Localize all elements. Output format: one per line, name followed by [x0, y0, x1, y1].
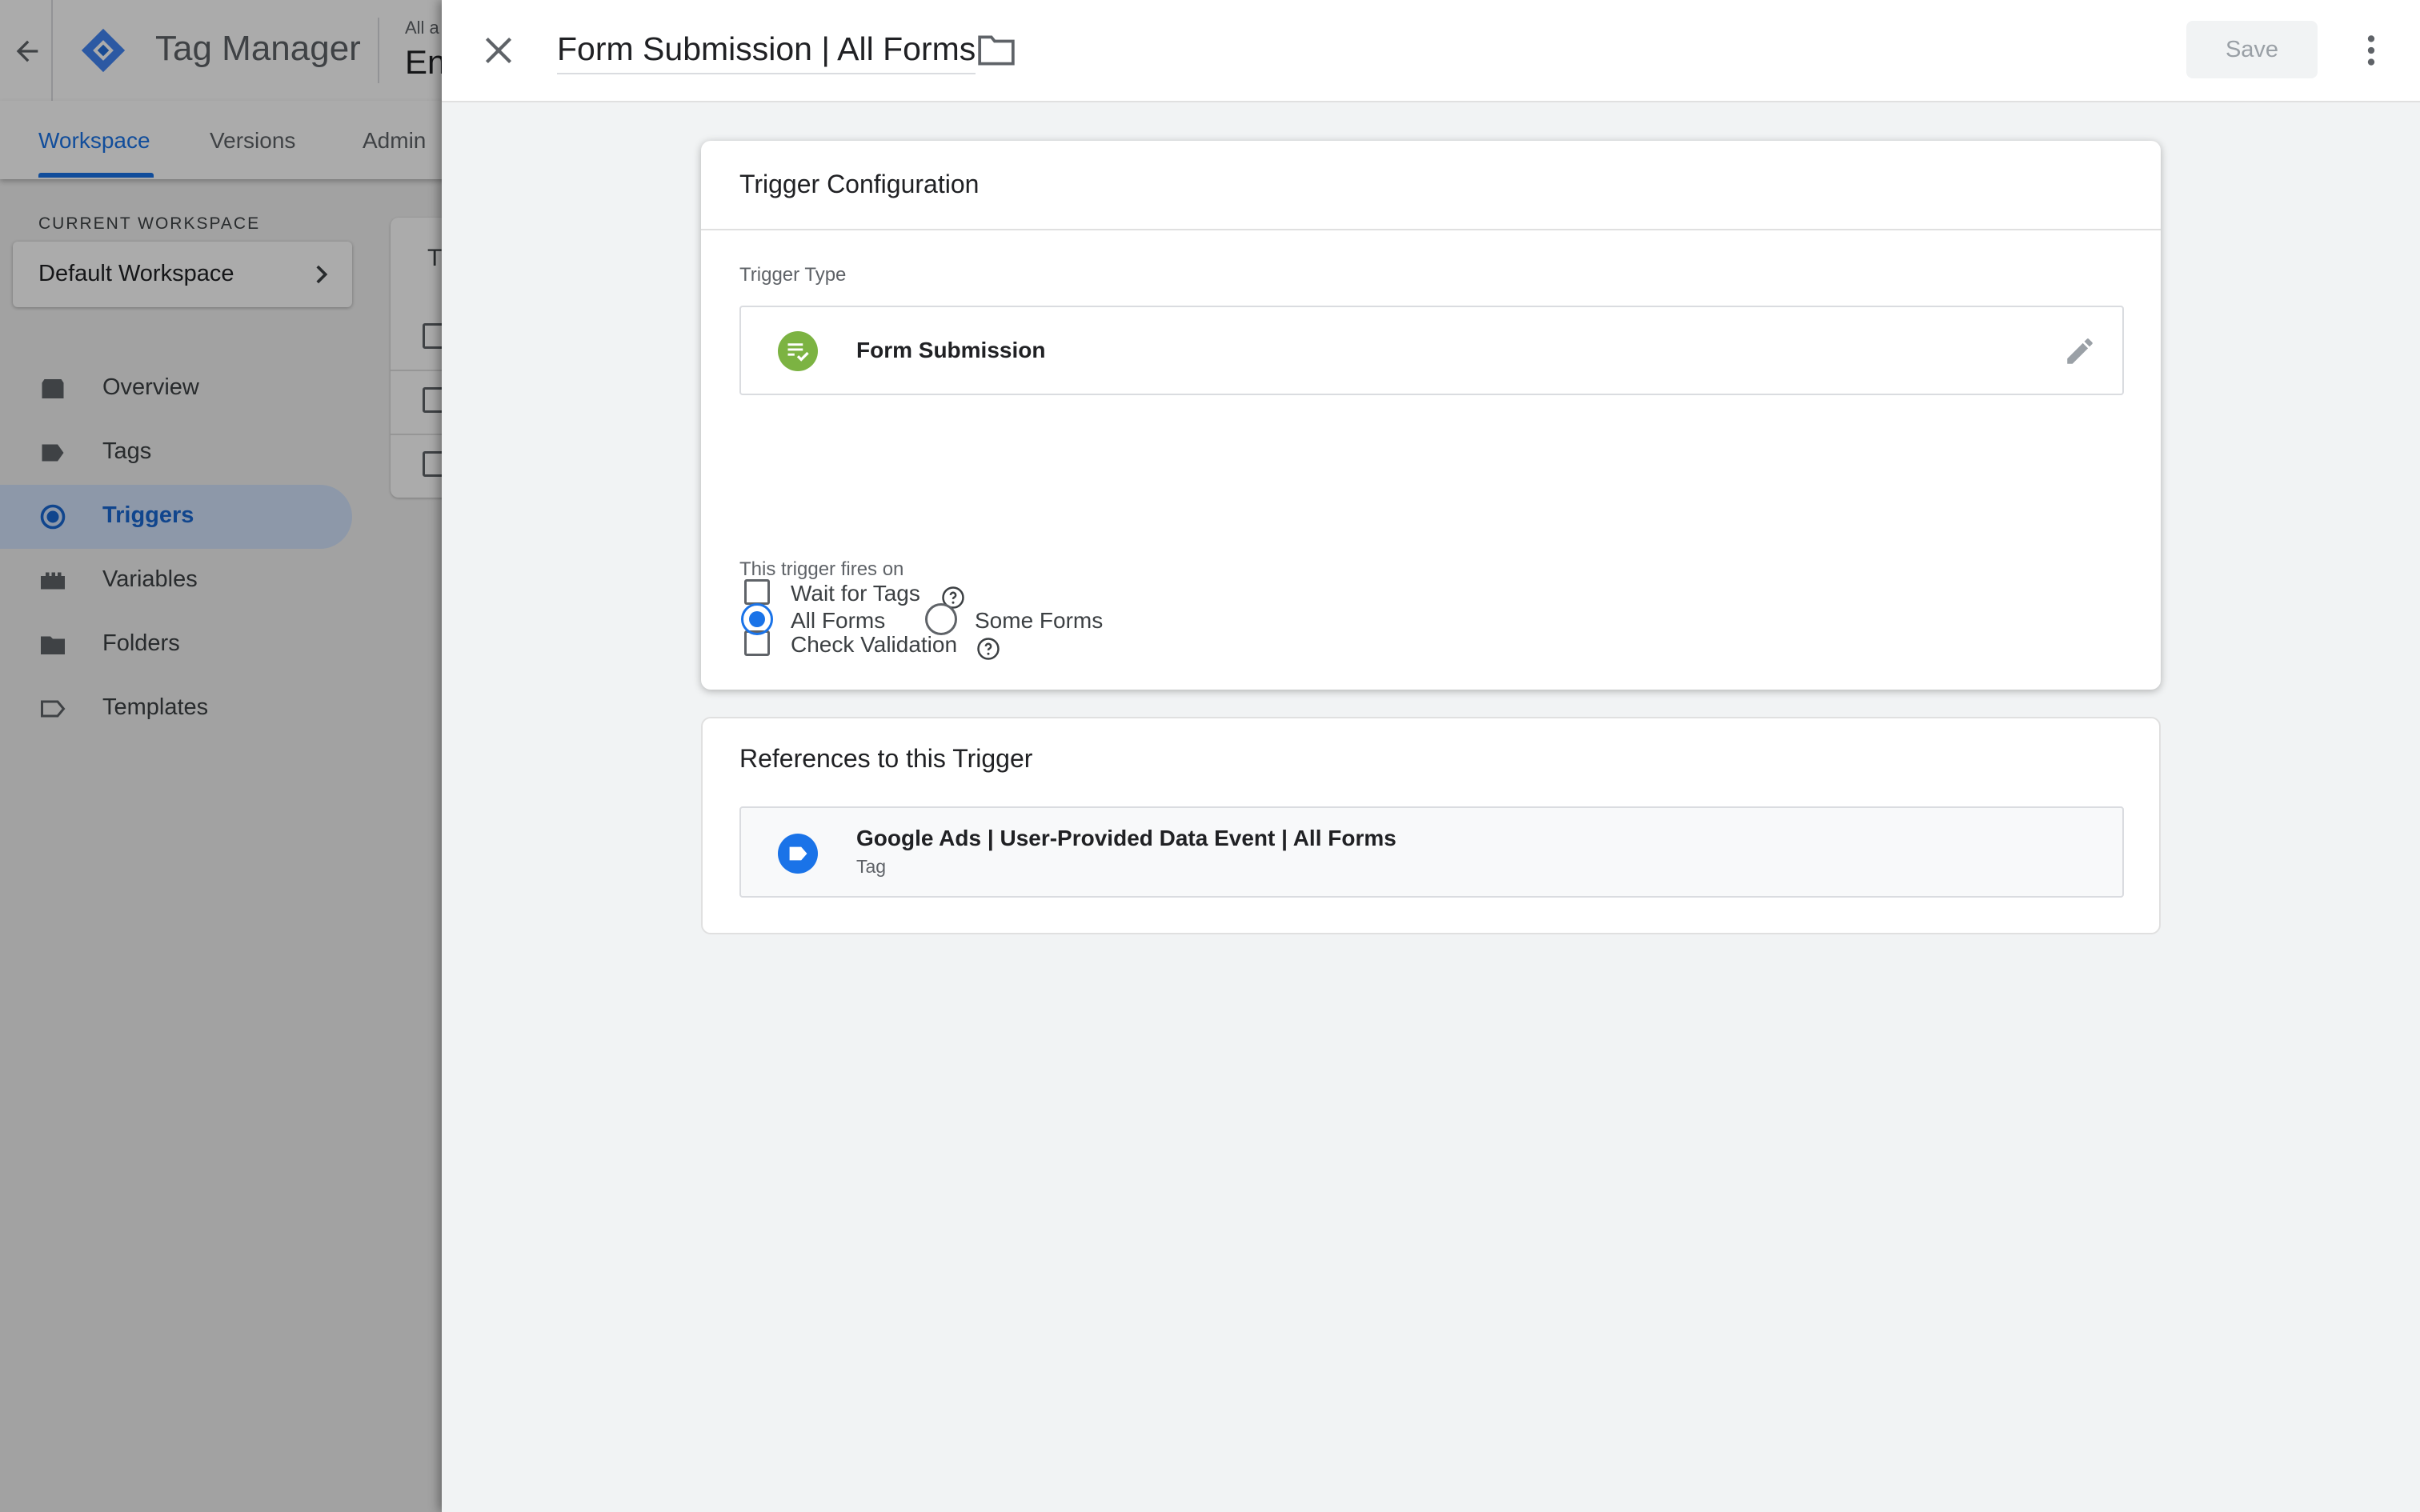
reference-item[interactable]: Google Ads | User-Provided Data Event | … — [739, 806, 2124, 898]
pencil-edit-icon[interactable] — [2063, 334, 2097, 368]
trigger-name-field[interactable]: Form Submission | All Forms — [557, 30, 976, 74]
radio-button-selected — [741, 603, 773, 635]
references-card: References to this Trigger Google Ads | … — [701, 717, 2161, 934]
save-button[interactable]: Save — [2186, 21, 2318, 78]
folder-icon[interactable] — [976, 34, 1016, 67]
reference-name: Google Ads | User-Provided Data Event | … — [856, 826, 1396, 850]
card-title: Trigger Configuration — [739, 170, 980, 198]
check-validation-label: Check Validation — [791, 632, 958, 657]
trigger-configuration-card: Trigger Configuration Trigger Type Form … — [701, 141, 2161, 690]
trigger-type-label: Trigger Type — [739, 264, 847, 286]
tag-icon — [778, 834, 818, 874]
help-icon[interactable] — [976, 637, 1000, 661]
close-icon[interactable] — [479, 30, 519, 70]
trigger-type-selector[interactable]: Form Submission — [739, 306, 2124, 395]
form-submission-icon — [778, 331, 818, 371]
trigger-editor-panel: Form Submission | All Forms Save Trigger… — [442, 0, 2420, 1512]
reference-type: Tag — [856, 856, 887, 877]
radio-button — [925, 603, 957, 635]
card-divider — [701, 229, 2161, 230]
radio-label: Some Forms — [975, 608, 1104, 633]
wait-for-tags-checkbox[interactable] — [744, 579, 770, 605]
more-vert-icon[interactable] — [2351, 30, 2391, 70]
card-title: References to this Trigger — [739, 744, 1033, 773]
panel-header: Form Submission | All Forms Save — [442, 0, 2420, 102]
wait-for-tags-label: Wait for Tags — [791, 581, 920, 606]
trigger-type-name: Form Submission — [856, 338, 1046, 362]
fires-on-label: This trigger fires on — [739, 558, 904, 580]
radio-label: All Forms — [791, 608, 886, 633]
